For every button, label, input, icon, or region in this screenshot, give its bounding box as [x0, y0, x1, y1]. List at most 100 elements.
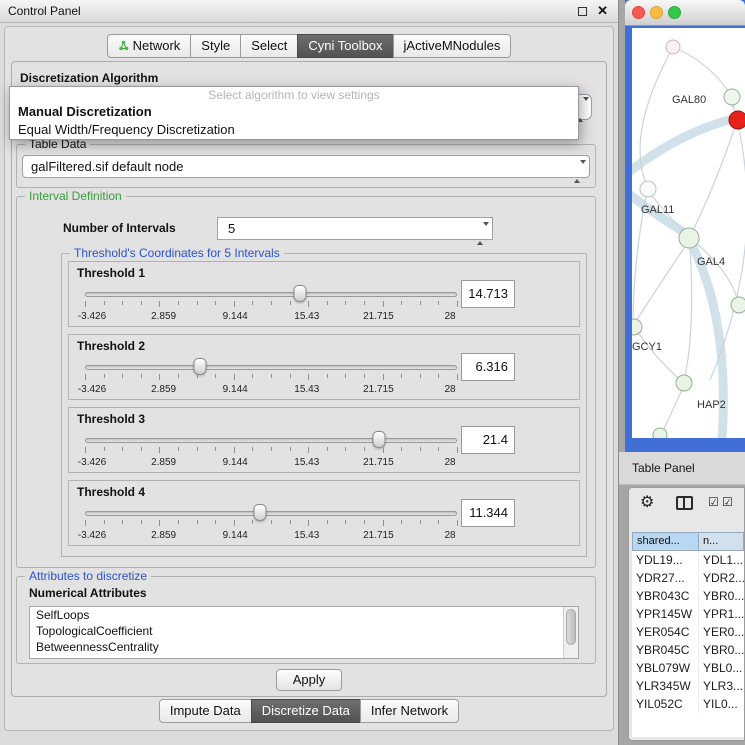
tab-impute-data[interactable]: Impute Data	[159, 699, 252, 723]
zoom-traffic-light-icon[interactable]	[668, 6, 681, 19]
table-cell[interactable]: YDR27...	[632, 569, 699, 587]
network-node[interactable]	[666, 40, 680, 54]
list-item[interactable]: SelfLoops	[30, 607, 578, 623]
table-row[interactable]: YBL079W YBL0...	[632, 659, 744, 677]
threshold-slider[interactable]: -3.426 2.859 9.144 15.43 21.715 28	[85, 430, 457, 472]
network-node-hap2[interactable]	[676, 375, 692, 391]
checkbox-icon[interactable]: ☑	[722, 495, 733, 509]
threshold-slider[interactable]: -3.426 2.859 9.144 15.43 21.715 28	[85, 357, 457, 399]
tab-label: Cyni Toolbox	[308, 38, 382, 53]
network-edge[interactable]	[685, 247, 692, 376]
network-edge[interactable]	[664, 390, 682, 429]
table-row[interactable]: YBR043C YBR0...	[632, 587, 744, 605]
table-data-combo[interactable]: galFiltered.sif default node	[22, 155, 590, 178]
table-row[interactable]: YER054C YER0...	[632, 623, 744, 641]
tab-select[interactable]: Select	[240, 34, 298, 58]
network-node-gcy1[interactable]	[632, 319, 642, 335]
float-window-icon[interactable]	[578, 7, 587, 16]
close-icon[interactable]: ✕	[597, 3, 608, 19]
tab-discretize-data[interactable]: Discretize Data	[251, 699, 361, 723]
network-edge[interactable]	[636, 245, 686, 321]
tab-infer-network[interactable]: Infer Network	[360, 699, 459, 723]
numerical-attributes-list[interactable]: SelfLoops TopologicalCoefficient Between…	[29, 606, 579, 659]
number-of-intervals-spinner[interactable]: 5	[217, 217, 493, 240]
table-cell[interactable]: YLR3...	[699, 677, 744, 695]
scale-label: 28	[444, 457, 455, 468]
threshold-value-field[interactable]: 6.316	[461, 353, 515, 381]
slider-track[interactable]	[85, 365, 457, 370]
slider-track[interactable]	[85, 438, 457, 443]
tab-jactivemnodules[interactable]: jActiveMNodules	[393, 34, 512, 58]
table-row[interactable]: YIL052C YIL0...	[632, 695, 744, 713]
threshold-value-field[interactable]: 14.713	[461, 280, 515, 308]
attributes-group: Attributes to discretize Numerical Attri…	[16, 576, 596, 664]
threshold-slider[interactable]: -3.426 2.859 9.144 15.43 21.715 28	[85, 284, 457, 326]
table-cell[interactable]: YER0...	[699, 623, 744, 641]
network-node-gal4[interactable]	[679, 228, 699, 248]
scrollbar-thumb[interactable]	[566, 609, 576, 645]
dropdown-option-manual-discretization[interactable]: Manual Discretization	[10, 102, 578, 120]
table-cell[interactable]: YPR1...	[699, 605, 744, 623]
table-data-group: Table Data galFiltered.sif default node	[16, 144, 596, 188]
threshold-value-field[interactable]: 21.4	[461, 426, 515, 454]
table-row[interactable]: YBR045C YBR0...	[632, 641, 744, 659]
network-graph: GAL80 GAL11 GAL4 GCY1 HAP2	[632, 28, 745, 438]
tab-network[interactable]: Network	[107, 34, 192, 58]
gear-icon[interactable]: ⚙	[640, 492, 654, 512]
list-item[interactable]: BetweennessCentrality	[30, 639, 578, 655]
dropdown-prompt: Select algorithm to view settings	[10, 87, 578, 102]
list-scrollbar[interactable]	[563, 607, 578, 658]
table-cell[interactable]: YDL1...	[699, 551, 744, 569]
slider-thumb[interactable]	[253, 504, 266, 521]
checkbox-icon[interactable]: ☑	[708, 495, 719, 509]
threshold-value-field[interactable]: 11.344	[461, 499, 515, 527]
table-cell[interactable]: YBL0...	[699, 659, 744, 677]
dropdown-option-equal-width[interactable]: Equal Width/Frequency Discretization	[10, 120, 578, 138]
table-cell[interactable]: YIL052C	[632, 695, 699, 713]
slider-thumb[interactable]	[372, 431, 385, 448]
table-cell[interactable]: YPR145W	[632, 605, 699, 623]
slider-track[interactable]	[85, 511, 457, 516]
network-edge[interactable]	[693, 127, 735, 230]
network-window-titlebar[interactable]	[625, 0, 745, 26]
tab-style[interactable]: Style	[190, 34, 241, 58]
close-traffic-light-icon[interactable]	[632, 6, 645, 19]
network-node[interactable]	[640, 181, 656, 197]
network-node[interactable]	[653, 428, 667, 438]
table-cell[interactable]: YER054C	[632, 623, 699, 641]
table-cell[interactable]: YBL079W	[632, 659, 699, 677]
control-panel-titlebar[interactable]: Control Panel ✕	[0, 0, 618, 23]
network-node[interactable]	[731, 297, 745, 313]
table-row[interactable]: YLR345W YLR3...	[632, 677, 744, 695]
slider-thumb[interactable]	[293, 285, 306, 302]
column-header-name[interactable]: n...	[699, 532, 744, 551]
table-cell[interactable]: YBR043C	[632, 587, 699, 605]
slider-track[interactable]	[85, 292, 457, 297]
table-row[interactable]: YDR27... YDR2...	[632, 569, 744, 587]
network-node[interactable]	[724, 89, 740, 105]
spinner-stepper-icon[interactable]	[477, 223, 486, 244]
tab-cyni-toolbox[interactable]: Cyni Toolbox	[297, 34, 393, 58]
columns-icon[interactable]	[676, 496, 693, 510]
apply-button[interactable]: Apply	[276, 669, 342, 691]
network-canvas[interactable]: GAL80 GAL11 GAL4 GCY1 HAP2	[632, 28, 745, 438]
table-cell[interactable]: YBR0...	[699, 641, 744, 659]
scale-label: 2.859	[151, 311, 176, 322]
threshold-slider[interactable]: -3.426 2.859 9.144 15.43 21.715 28	[85, 503, 457, 545]
table-cell[interactable]: YDL19...	[632, 551, 699, 569]
network-node-selected[interactable]	[729, 111, 745, 129]
table-cell[interactable]: YBR045C	[632, 641, 699, 659]
slider-thumb[interactable]	[194, 358, 207, 375]
network-edge[interactable]	[673, 47, 729, 92]
table-cell[interactable]: YDR2...	[699, 569, 744, 587]
column-header-shared-name[interactable]: shared...	[632, 532, 699, 551]
table-panel-toolbar: ⚙ ☑ ☑	[629, 488, 744, 520]
minimize-traffic-light-icon[interactable]	[650, 6, 663, 19]
table-cell[interactable]: YIL0...	[699, 695, 744, 713]
list-item[interactable]: TopologicalCoefficient	[30, 623, 578, 639]
table-cell[interactable]: YBR0...	[699, 587, 744, 605]
combo-stepper-icon[interactable]	[574, 161, 583, 182]
table-row[interactable]: YPR145W YPR1...	[632, 605, 744, 623]
table-row[interactable]: YDL19... YDL1...	[632, 551, 744, 569]
table-cell[interactable]: YLR345W	[632, 677, 699, 695]
